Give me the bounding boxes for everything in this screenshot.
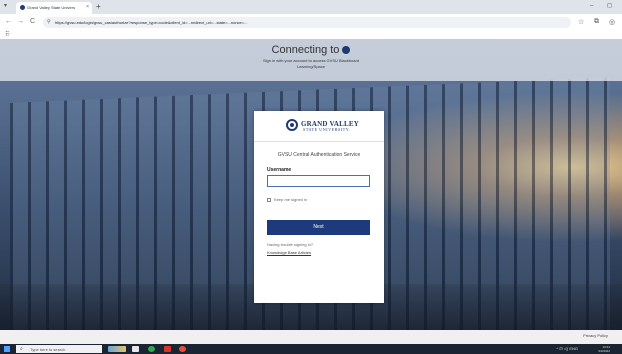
edge-icon[interactable] <box>148 346 155 352</box>
tab-search-button[interactable]: ▾ <box>4 2 7 9</box>
tab-title: Grand Valley State Univers <box>27 5 75 10</box>
page-footer: Privacy Policy <box>0 330 622 344</box>
system-tray-icons[interactable]: ^ ⊡ ◁) ENG <box>556 346 578 351</box>
address-bar-row: ← → C ⚲ https://gvsu.edu/login/gvsu_cas/… <box>0 14 622 31</box>
trouble-text: Having trouble signing in? <box>267 242 314 247</box>
clock-date: 9/2/2022 <box>598 349 610 353</box>
forward-icon[interactable]: → <box>17 18 24 25</box>
keep-signed-in-checkbox[interactable] <box>267 198 271 202</box>
news-widget-icon[interactable] <box>108 346 126 352</box>
privacy-policy-link[interactable]: Privacy Policy <box>583 333 608 338</box>
connecting-subtitle: Sign in with your account to access GVSU… <box>262 58 360 69</box>
username-input[interactable] <box>267 175 370 187</box>
knowledge-base-link[interactable]: Knowledge Base Articles <box>267 250 311 255</box>
username-label: Username <box>267 167 292 173</box>
reload-icon[interactable]: C <box>30 18 35 25</box>
url-input[interactable]: ⚲ https://gvsu.edu/login/gvsu_cas/author… <box>43 17 571 28</box>
back-icon[interactable]: ← <box>5 18 12 25</box>
clock[interactable]: 10:44 9/2/2022 <box>598 345 610 353</box>
tab-close-icon[interactable]: × <box>86 4 89 10</box>
service-title: GVSU Central Authentication Service <box>277 152 361 158</box>
gvsu-emblem-icon <box>286 119 298 131</box>
profile-icon[interactable]: ◎ <box>609 18 615 26</box>
window-controls[interactable]: – ◻ <box>590 2 618 9</box>
card-divider <box>254 141 384 142</box>
taskbar-search[interactable]: ⌕ Type here to search <box>16 345 102 353</box>
next-button[interactable]: Next <box>267 220 370 235</box>
connecting-title-text: Connecting to <box>271 44 340 56</box>
keep-signed-in[interactable]: Keep me signed in <box>267 197 307 202</box>
url-text: https://gvsu.edu/login/gvsu_cas/authoriz… <box>55 20 248 25</box>
site-info-icon[interactable]: ⚲ <box>47 19 51 25</box>
login-card: GRAND VALLEY STATE UNIVERSITY. GVSU Cent… <box>254 111 384 303</box>
new-tab-button[interactable]: + <box>96 2 101 11</box>
brand-subname: STATE UNIVERSITY. <box>303 127 351 132</box>
bookmark-star-icon[interactable]: ☆ <box>578 18 584 26</box>
browser-tab[interactable]: Grand Valley State Univers × <box>16 2 92 14</box>
gvsu-favicon-icon <box>20 5 25 10</box>
extensions-icon[interactable]: ⧉ <box>594 18 599 26</box>
search-icon: ⌕ <box>20 346 23 352</box>
login-page: Connecting to Sign in with your account … <box>0 39 622 344</box>
keep-signed-in-label: Keep me signed in <box>274 197 308 202</box>
start-windows-icon[interactable] <box>4 346 10 352</box>
bookmarks-bar: ⠿ <box>0 31 622 39</box>
university-logo: GRAND VALLEY STATE UNIVERSITY. <box>254 111 384 139</box>
connecting-title: Connecting to <box>0 44 622 56</box>
office-icon[interactable] <box>164 346 171 352</box>
connecting-header: Connecting to Sign in with your account … <box>0 39 622 81</box>
chrome-icon[interactable] <box>179 346 186 352</box>
apps-grid-icon[interactable]: ⠿ <box>5 31 9 38</box>
gvsu-logo-icon <box>342 46 351 54</box>
task-view-icon[interactable] <box>132 346 139 352</box>
taskbar-search-placeholder: Type here to search <box>30 347 66 352</box>
browser-tab-bar: ▾ Grand Valley State Univers × + – ◻ <box>0 0 622 14</box>
windows-taskbar: ⌕ Type here to search ^ ⊡ ◁) ENG 10:44 9… <box>0 344 622 354</box>
